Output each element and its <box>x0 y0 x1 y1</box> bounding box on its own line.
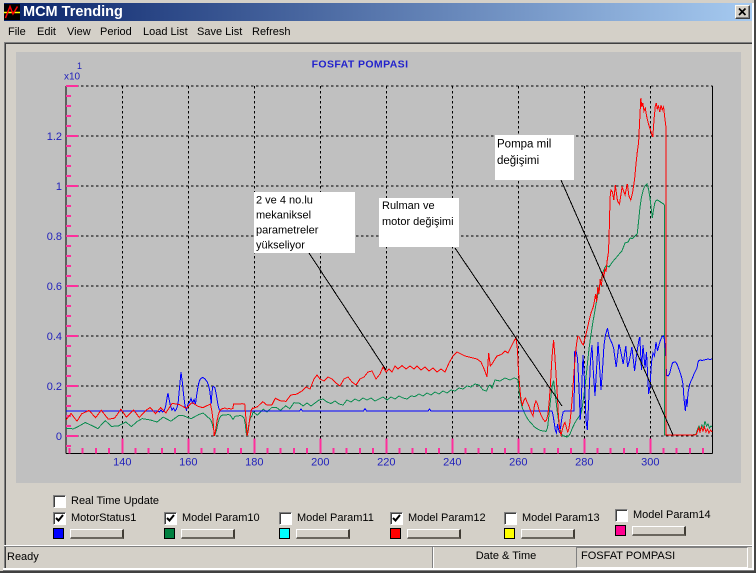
svg-text:yükseliyor: yükseliyor <box>256 240 305 252</box>
svg-text:260: 260 <box>509 457 527 469</box>
svg-text:değişimi: değişimi <box>497 155 539 167</box>
svg-text:180: 180 <box>245 457 263 469</box>
svg-text:mekaniksel: mekaniksel <box>256 210 311 222</box>
svg-text:200: 200 <box>311 457 329 469</box>
svg-text:motor değişimi: motor değişimi <box>382 216 454 228</box>
svg-text:280: 280 <box>575 457 593 469</box>
svg-text:140: 140 <box>113 457 131 469</box>
svg-text:FOSFAT POMPASI: FOSFAT POMPASI <box>312 59 409 71</box>
svg-text:1: 1 <box>56 181 62 193</box>
svg-text:220: 220 <box>377 457 395 469</box>
svg-text:1.2: 1.2 <box>47 131 62 143</box>
svg-text:2 ve 4 no.lu: 2 ve 4 no.lu <box>256 195 313 207</box>
svg-text:160: 160 <box>179 457 197 469</box>
svg-text:Rulman ve: Rulman ve <box>382 200 435 212</box>
svg-text:Pompa mil: Pompa mil <box>497 139 551 151</box>
svg-text:0.4: 0.4 <box>47 331 62 343</box>
svg-text:x10: x10 <box>64 72 81 83</box>
svg-text:0.6: 0.6 <box>47 281 62 293</box>
svg-text:0: 0 <box>56 431 62 443</box>
svg-text:1: 1 <box>77 61 82 71</box>
svg-text:0.2: 0.2 <box>47 381 62 393</box>
svg-text:parametreler: parametreler <box>256 225 319 237</box>
svg-text:300: 300 <box>641 457 659 469</box>
svg-text:0.8: 0.8 <box>47 231 62 243</box>
svg-text:240: 240 <box>443 457 461 469</box>
